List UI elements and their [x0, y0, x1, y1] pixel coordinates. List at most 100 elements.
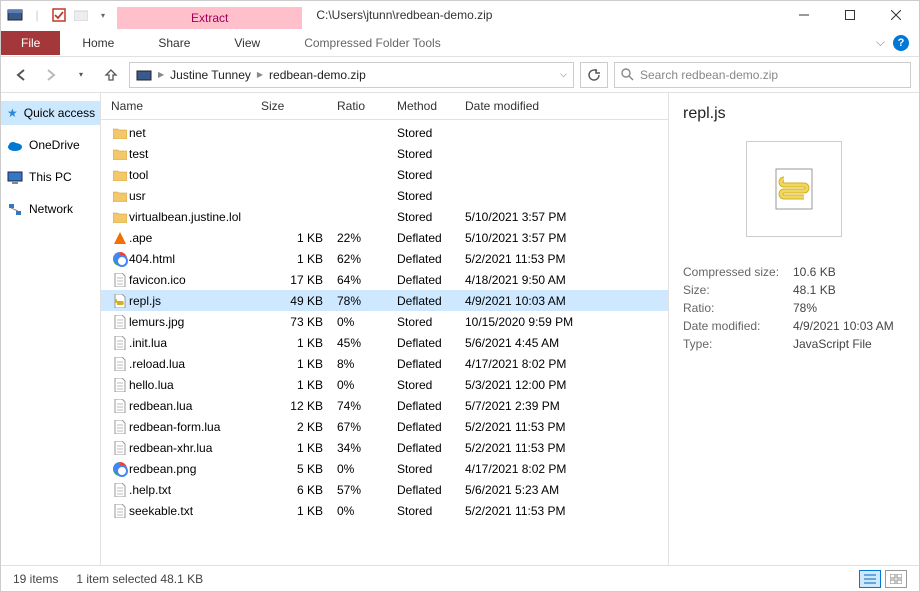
sidebar-item-label: Network: [29, 202, 73, 216]
file-size: 1 KB: [261, 252, 337, 266]
file-method: Stored: [397, 504, 465, 518]
back-button[interactable]: [9, 63, 33, 87]
file-row[interactable]: netStored: [101, 122, 668, 143]
file-preview: [746, 141, 842, 237]
col-name[interactable]: Name: [111, 99, 261, 113]
file-method: Deflated: [397, 231, 465, 245]
view-tab[interactable]: View: [212, 31, 282, 55]
sidebar-item-network[interactable]: Network: [1, 197, 100, 221]
monitor-icon: [7, 169, 23, 185]
file-name: favicon.ico: [129, 273, 261, 287]
maximize-button[interactable]: [827, 1, 873, 29]
file-row[interactable]: redbean-xhr.lua1 KB34%Deflated5/2/2021 1…: [101, 437, 668, 458]
file-icon: [111, 504, 129, 518]
search-input[interactable]: [640, 68, 904, 82]
view-icons-button[interactable]: [885, 570, 907, 588]
address-dropdown-icon[interactable]: ⌵: [560, 69, 567, 80]
new-folder-icon[interactable]: [73, 7, 89, 23]
sidebar-item-onedrive[interactable]: OneDrive: [1, 133, 100, 157]
file-row[interactable]: .help.txt6 KB57%Deflated5/6/2021 5:23 AM: [101, 479, 668, 500]
forward-button[interactable]: [39, 63, 63, 87]
file-date: 4/18/2021 9:50 AM: [465, 273, 615, 287]
col-date[interactable]: Date modified: [465, 99, 615, 113]
file-ratio: 78%: [337, 294, 397, 308]
chevron-right-icon[interactable]: ▶: [257, 70, 263, 79]
file-size: 49 KB: [261, 294, 337, 308]
col-method[interactable]: Method: [397, 99, 465, 113]
file-row[interactable]: virtualbean.justine.lolStored5/10/2021 3…: [101, 206, 668, 227]
refresh-button[interactable]: [580, 62, 608, 88]
file-method: Stored: [397, 210, 465, 224]
file-date: 5/3/2021 12:00 PM: [465, 378, 615, 392]
file-date: 5/6/2021 5:23 AM: [465, 483, 615, 497]
file-tab[interactable]: File: [1, 31, 60, 55]
file-row[interactable]: .init.lua1 KB45%Deflated5/6/2021 4:45 AM: [101, 332, 668, 353]
address-bar[interactable]: ▶ Justine Tunney ▶ redbean-demo.zip ⌵: [129, 62, 574, 88]
file-row[interactable]: lemurs.jpg73 KB0%Stored10/15/2020 9:59 P…: [101, 311, 668, 332]
share-tab[interactable]: Share: [136, 31, 212, 55]
help-icon[interactable]: ?: [893, 35, 909, 51]
checkbox-icon[interactable]: [51, 7, 67, 23]
file-ratio: 34%: [337, 441, 397, 455]
detail-label-type: Type:: [683, 337, 793, 351]
breadcrumb-1[interactable]: redbean-demo.zip: [269, 68, 366, 82]
file-name: hello.lua: [129, 378, 261, 392]
sidebar-item-quick-access[interactable]: ★ Quick access: [1, 101, 100, 125]
sidebar-item-this-pc[interactable]: This PC: [1, 165, 100, 189]
col-ratio[interactable]: Ratio: [337, 99, 397, 113]
file-method: Deflated: [397, 336, 465, 350]
window-title: C:\Users\jtunn\redbean-demo.zip: [302, 4, 506, 26]
file-method: Stored: [397, 168, 465, 182]
view-details-button[interactable]: [859, 570, 881, 588]
file-row[interactable]: test Stored: [101, 143, 668, 164]
file-row[interactable]: repl.js49 KB78%Deflated4/9/2021 10:03 AM: [101, 290, 668, 311]
file-name: tool: [129, 168, 261, 182]
chevron-right-icon[interactable]: ▶: [158, 70, 164, 79]
file-ratio: 57%: [337, 483, 397, 497]
compressed-tools-tab[interactable]: Compressed Folder Tools: [282, 31, 463, 55]
search-box[interactable]: [614, 62, 911, 88]
close-button[interactable]: [873, 1, 919, 29]
location-icon: [136, 68, 152, 82]
network-icon: [7, 201, 23, 217]
extract-context-tab[interactable]: Extract: [117, 7, 302, 29]
file-row[interactable]: redbean.lua12 KB74%Deflated5/7/2021 2:39…: [101, 395, 668, 416]
file-row[interactable]: seekable.txt1 KB0%Stored5/2/2021 11:53 P…: [101, 500, 668, 521]
file-date: 5/10/2021 3:57 PM: [465, 231, 615, 245]
file-icon: [111, 483, 129, 497]
file-row[interactable]: redbean-form.lua2 KB67%Deflated5/2/2021 …: [101, 416, 668, 437]
file-row[interactable]: .ape1 KB22%Deflated5/10/2021 3:57 PM: [101, 227, 668, 248]
file-row[interactable]: usrStored: [101, 185, 668, 206]
file-ratio: 67%: [337, 420, 397, 434]
up-button[interactable]: [99, 63, 123, 87]
home-tab[interactable]: Home: [60, 31, 136, 55]
file-icon: [111, 357, 129, 371]
sidebar-item-label: This PC: [29, 170, 72, 184]
minimize-button[interactable]: [781, 1, 827, 29]
file-name: redbean-form.lua: [129, 420, 261, 434]
file-name: lemurs.jpg: [129, 315, 261, 329]
file-method: Stored: [397, 189, 465, 203]
qat-dropdown-icon[interactable]: ▾: [95, 7, 111, 23]
file-row[interactable]: hello.lua1 KB0%Stored5/3/2021 12:00 PM: [101, 374, 668, 395]
js-icon: [111, 294, 129, 308]
ribbon-collapse-icon[interactable]: ⌵: [876, 35, 885, 50]
recent-dropdown-icon[interactable]: ▾: [69, 63, 93, 87]
file-icon: [111, 273, 129, 287]
file-name: test: [129, 147, 261, 161]
file-row[interactable]: 404.html1 KB62%Deflated5/2/2021 11:53 PM: [101, 248, 668, 269]
col-size[interactable]: Size: [261, 99, 337, 113]
detail-value-date: 4/9/2021 10:03 AM: [793, 319, 905, 333]
file-row[interactable]: .reload.lua1 KB8%Deflated4/17/2021 8:02 …: [101, 353, 668, 374]
file-date: 5/7/2021 2:39 PM: [465, 399, 615, 413]
breadcrumb-0[interactable]: Justine Tunney: [170, 68, 251, 82]
file-method: Stored: [397, 147, 465, 161]
file-name: .reload.lua: [129, 357, 261, 371]
qat-divider: |: [29, 7, 45, 23]
file-list[interactable]: netStoredtestStoredtoolStoredusrStoredvi…: [101, 120, 668, 565]
file-name: net: [129, 126, 261, 140]
file-row[interactable]: favicon.ico17 KB64%Deflated4/18/2021 9:5…: [101, 269, 668, 290]
file-row[interactable]: redbean.png5 KB0%Stored4/17/2021 8:02 PM: [101, 458, 668, 479]
file-row[interactable]: tool Stored: [101, 164, 668, 185]
file-date: 4/17/2021 8:02 PM: [465, 462, 615, 476]
